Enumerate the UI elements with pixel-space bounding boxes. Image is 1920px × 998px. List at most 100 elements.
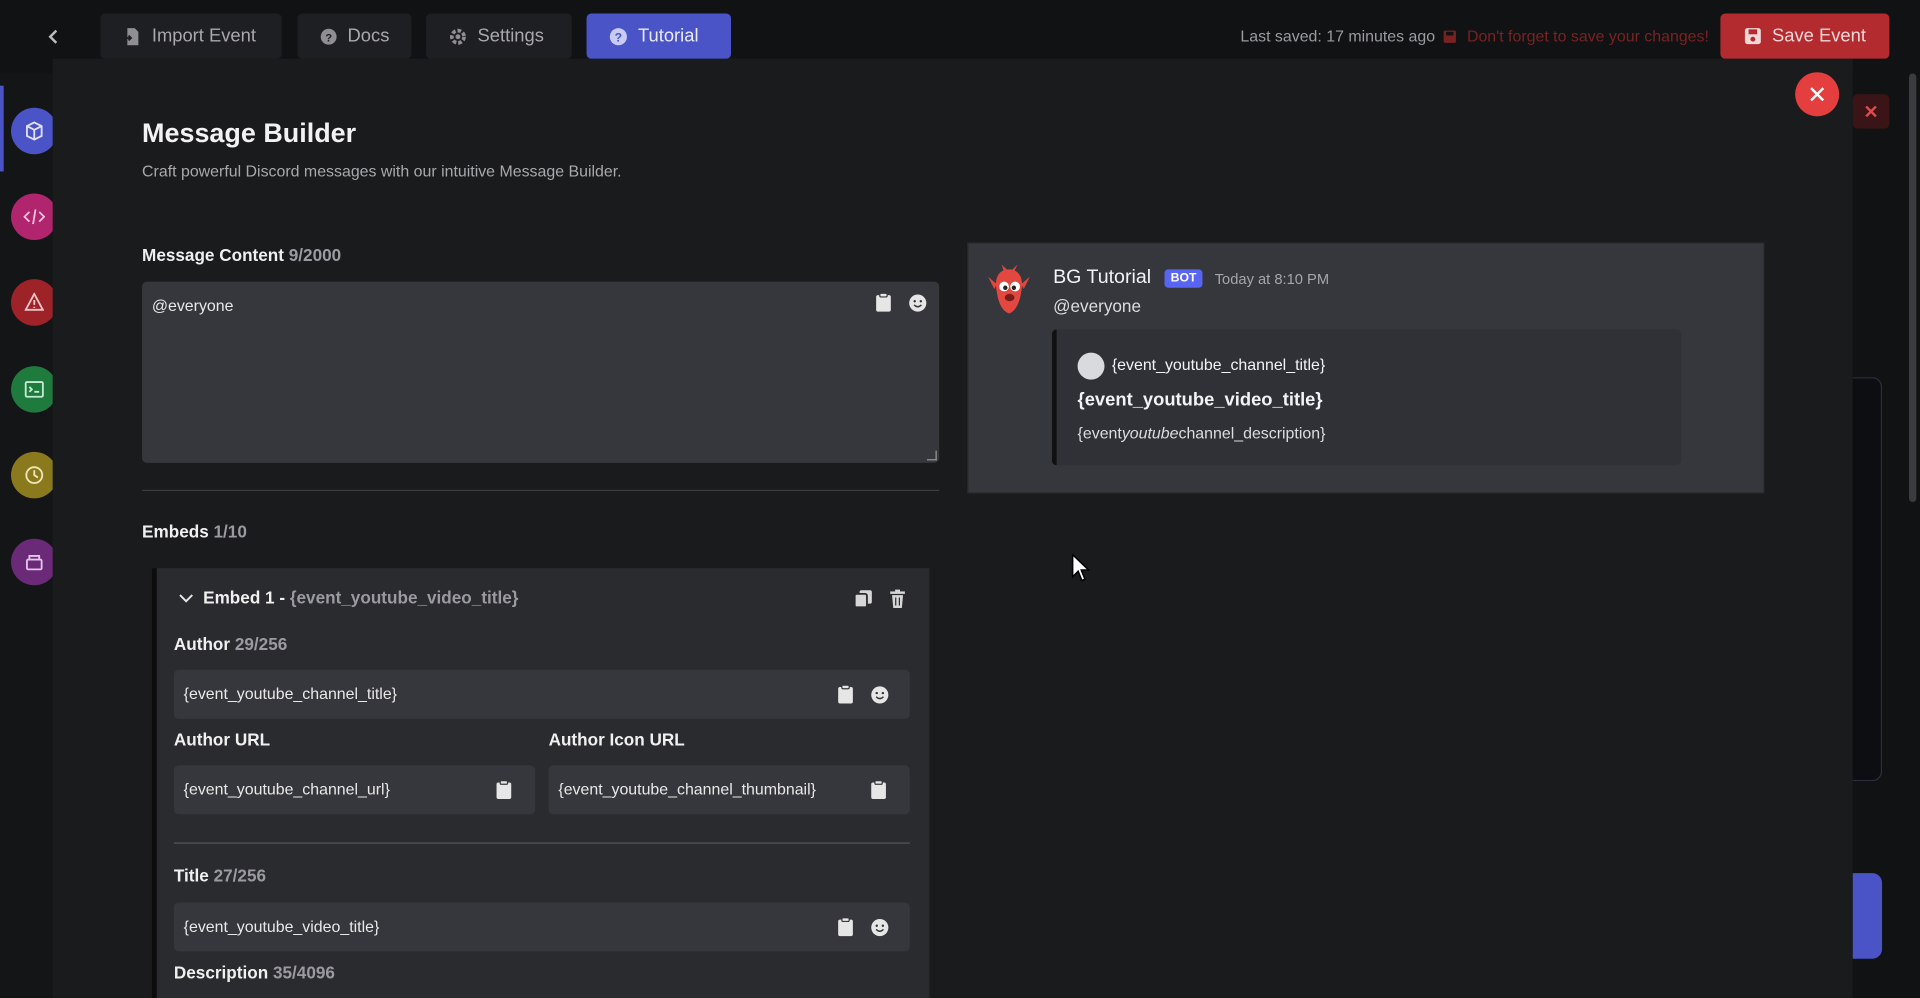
rail-item-code[interactable]	[11, 193, 58, 241]
bot-name: BG Tutorial	[1053, 266, 1152, 288]
tab-label: Tutorial	[637, 25, 699, 47]
modal-subtitle: Craft powerful Discord messages with our…	[142, 161, 622, 181]
clipboard-button[interactable]	[873, 292, 893, 313]
clipboard-icon	[870, 780, 886, 799]
resize-handle[interactable]	[926, 450, 937, 461]
tab-label: Settings	[477, 25, 544, 47]
bot-badge: BOT	[1164, 269, 1203, 288]
floppy-disk-icon	[1443, 30, 1456, 43]
author-count: 29/256	[234, 634, 288, 654]
message-content-textarea[interactable]: @everyone	[142, 281, 940, 463]
back-button[interactable]	[37, 20, 71, 54]
close-modal-button[interactable]	[1795, 72, 1840, 117]
preview-embed-author: {event_youtube_channel_title}	[1111, 355, 1326, 374]
cube-icon	[26, 121, 43, 141]
save-event-button[interactable]: Save Event	[1720, 13, 1890, 59]
smiley-icon	[870, 685, 888, 703]
clipboard-icon	[875, 292, 891, 312]
bot-avatar	[988, 264, 1030, 314]
floppy-disk-icon	[1745, 28, 1762, 45]
mouse-cursor-icon	[1071, 553, 1091, 582]
author-icon-url-label: Author Icon URL	[548, 729, 685, 750]
description-label: Description 35/4096	[173, 962, 335, 983]
tab-settings[interactable]: Settings	[426, 13, 572, 59]
clipboard-icon	[837, 917, 853, 937]
author-icon-url-value: {event_youtube_channel_thumbnail}	[558, 780, 816, 799]
warning-icon	[24, 292, 45, 311]
smiley-icon	[908, 293, 926, 312]
terminal-icon	[24, 381, 44, 398]
title-label: Title 27/256	[173, 865, 267, 886]
question-circle-icon: ?	[320, 28, 337, 45]
warning-text: Don't forget to save your changes!	[1466, 26, 1709, 46]
close-icon	[1865, 105, 1877, 118]
background-card	[1852, 377, 1883, 782]
modal-title: Message Builder	[142, 117, 357, 149]
section-divider	[142, 489, 940, 492]
rail-item-terminal[interactable]	[11, 366, 58, 413]
message-content-count: 9/2000	[288, 244, 342, 265]
code-icon	[23, 209, 46, 225]
author-value: {event_youtube_channel_title}	[183, 684, 398, 703]
background-close-button[interactable]	[1852, 94, 1890, 129]
message-content-value: @everyone	[151, 296, 234, 315]
rail-item-cube[interactable]	[11, 107, 58, 155]
title-count: 27/256	[213, 865, 267, 886]
broken-image-icon	[1077, 352, 1105, 380]
background-button	[1852, 873, 1883, 959]
tab-docs[interactable]: ? Docs	[297, 13, 412, 59]
preview-content: @everyone	[1053, 296, 1142, 316]
emoji-button[interactable]	[869, 684, 889, 704]
svg-text:?: ?	[615, 30, 622, 44]
delete-embed-button[interactable]	[888, 589, 908, 609]
close-icon	[1810, 87, 1825, 102]
rail-active-indicator	[0, 85, 4, 172]
clipboard-icon	[837, 684, 853, 704]
rail-item-warning[interactable]	[11, 279, 58, 326]
last-saved-text: Last saved: 17 minutes ago	[1240, 26, 1436, 46]
smiley-icon	[870, 918, 888, 936]
embeds-count: 1/10	[213, 521, 247, 542]
gear-icon	[450, 28, 466, 45]
author-icon-url-input[interactable]: {event_youtube_channel_thumbnail}	[548, 765, 910, 815]
author-url-input[interactable]: {event_youtube_channel_url}	[173, 765, 536, 815]
title-value: {event_youtube_video_title}	[183, 917, 380, 936]
description-count: 35/4096	[272, 962, 335, 983]
rail-item-database[interactable]	[11, 538, 58, 586]
save-label: Save Event	[1772, 25, 1866, 47]
title-input[interactable]: {event_youtube_video_title}	[173, 902, 910, 952]
tab-label: Import Event	[151, 25, 256, 47]
message-timestamp: Today at 8:10 PM	[1214, 270, 1330, 288]
clipboard-button[interactable]	[868, 780, 888, 800]
duplicate-embed-button[interactable]	[853, 589, 873, 609]
unsaved-warning: Don't forget to save your changes!	[1442, 26, 1709, 46]
embed-heading[interactable]: Embed 1 - {event_youtube_video_title}	[179, 588, 519, 607]
author-url-label: Author URL	[173, 729, 271, 750]
clipboard-button[interactable]	[835, 917, 855, 937]
message-content-label: Message Content 9/2000	[142, 244, 342, 265]
chevron-left-icon	[48, 29, 58, 44]
clock-icon	[25, 466, 44, 484]
clipboard-icon	[495, 780, 511, 799]
chevron-down-icon	[179, 594, 193, 603]
author-label: Author 29/256	[173, 634, 288, 654]
emoji-button[interactable]	[907, 293, 927, 313]
author-url-value: {event_youtube_channel_url}	[183, 780, 390, 799]
preview-embed-title: {event_youtube_video_title}	[1077, 389, 1323, 411]
embed-divider	[173, 842, 910, 844]
clipboard-button[interactable]	[835, 684, 855, 704]
rail-item-clock[interactable]	[11, 451, 58, 499]
preview-embed-description: {eventyoutubechannel_description}	[1077, 423, 1326, 443]
file-import-icon	[123, 27, 139, 45]
trash-icon	[890, 589, 905, 608]
tab-import-event[interactable]: Import Event	[100, 13, 282, 59]
clipboard-button[interactable]	[493, 780, 513, 800]
embeds-label: Embeds 1/10	[142, 521, 247, 542]
tab-tutorial[interactable]: ? Tutorial	[586, 13, 732, 59]
page-scrollbar[interactable]	[1908, 73, 1917, 503]
svg-text:?: ?	[325, 32, 332, 44]
emoji-button[interactable]	[869, 917, 889, 937]
author-input[interactable]: {event_youtube_channel_title}	[173, 669, 910, 719]
database-icon	[26, 555, 43, 571]
copy-icon	[853, 590, 872, 609]
